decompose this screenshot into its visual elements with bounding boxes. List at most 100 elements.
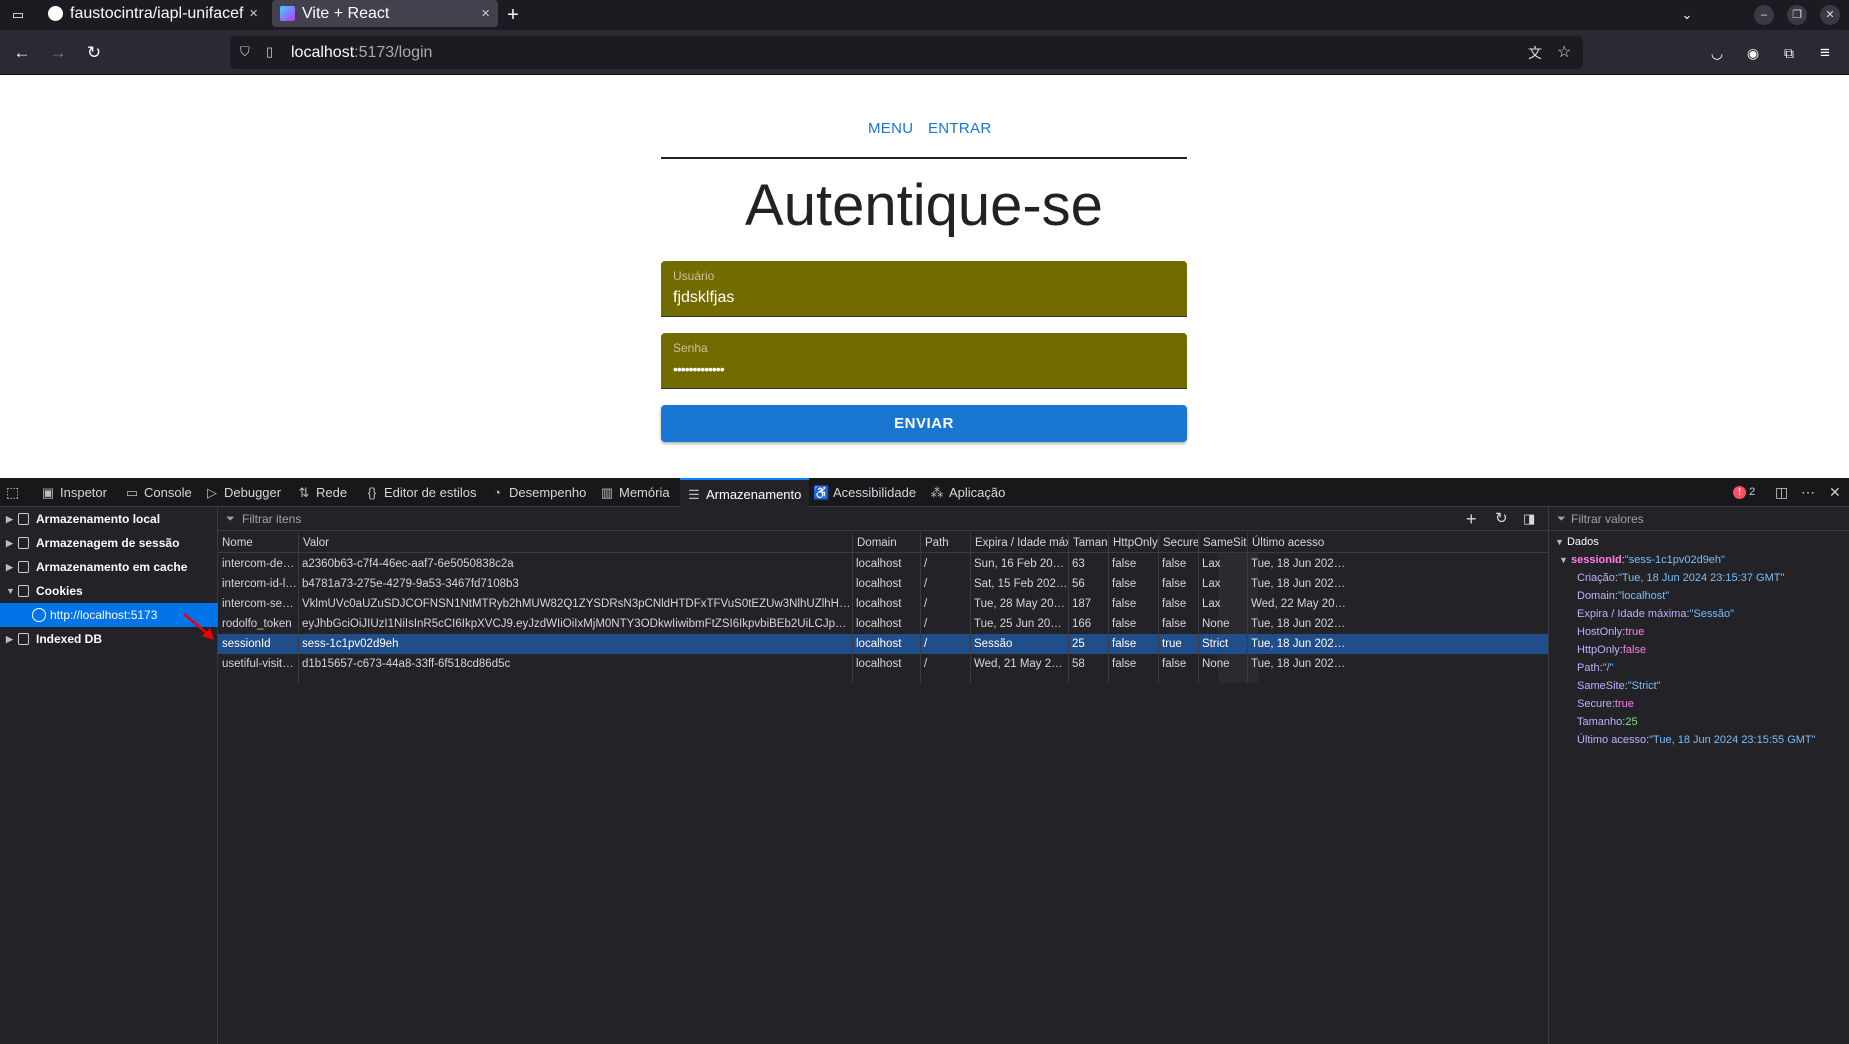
submit-button[interactable]: ENVIAR xyxy=(661,405,1187,442)
column-header-nome[interactable]: Nome xyxy=(218,533,298,553)
cell-nome: rodolfo_token xyxy=(222,618,292,630)
password-value[interactable]: ••••••••••••• xyxy=(673,361,725,377)
nav-link-entrar[interactable]: ENTRAR xyxy=(928,120,991,137)
tab-inspetor[interactable]: ▣ Inspetor xyxy=(40,478,107,507)
column-header-samesite[interactable]: SameSite xyxy=(1198,533,1247,553)
navigation-toolbar: ← → ↻ ⛉ ▯ localhost:5173/login 文 ☆ ◡ ◉ ⧉… xyxy=(0,30,1849,75)
account-icon[interactable]: ◉ xyxy=(1742,42,1764,64)
sidebar-item-cookies[interactable]: ▼ Cookies xyxy=(0,579,218,603)
tab-armazenamento[interactable]: ☰ Armazenamento xyxy=(680,478,810,507)
column-header-domain[interactable]: Domain xyxy=(852,533,920,553)
cell-expira: Tue, 28 May 2024 ... xyxy=(974,598,1068,610)
password-field[interactable]: Senha ••••••••••••• xyxy=(661,333,1187,389)
translate-icon[interactable]: 文 xyxy=(1528,43,1542,63)
toggle-sidebar-icon[interactable]: ◨ xyxy=(1523,507,1535,531)
tab-debugger[interactable]: ▷ Debugger xyxy=(204,478,281,507)
column-header-tamanho[interactable]: Tamanho xyxy=(1068,533,1108,553)
details-prop-line[interactable]: Domain:"localhost" xyxy=(1577,587,1669,605)
shield-icon[interactable]: ⛉ xyxy=(240,44,250,60)
expand-icon[interactable]: ▶ xyxy=(6,531,13,555)
cell-valor: eyJhbGciOiJIUzI1NiIsInR5cCI6IkpXVCJ9.eyJ… xyxy=(302,618,852,630)
column-header-ultimo[interactable]: Último acesso xyxy=(1247,533,1347,553)
details-prop-line[interactable]: HttpOnly:false xyxy=(1577,641,1646,659)
sidebar-item-local-storage[interactable]: ▶ Armazenamento local xyxy=(0,507,218,531)
details-prop-line[interactable]: Criação:"Tue, 18 Jun 2024 23:15:37 GMT" xyxy=(1577,569,1784,587)
details-prop-line[interactable]: Expira / Idade máxima:"Sessão" xyxy=(1577,605,1734,623)
forward-icon[interactable]: → xyxy=(47,42,69,64)
tab-rede[interactable]: ⇅ Rede xyxy=(296,478,348,507)
username-field[interactable]: Usuário fjdsklfjas xyxy=(661,261,1187,317)
details-prop-line[interactable]: Tamanho:25 xyxy=(1577,713,1638,731)
page-icon[interactable]: ▯ xyxy=(266,44,273,60)
bookmark-star-icon[interactable]: ☆ xyxy=(1557,42,1571,62)
column-header-httponly[interactable]: HttpOnly xyxy=(1108,533,1158,553)
refresh-icon[interactable]: ↻ xyxy=(1495,507,1508,531)
tab-editor-de-estilos[interactable]: {} Editor de estilos xyxy=(364,478,477,507)
browser-tab-github[interactable]: faustocintra/iapl-unifacef × xyxy=(40,0,266,27)
column-divider xyxy=(970,553,971,683)
tab-desempenho[interactable]: ◔ Desempenho xyxy=(489,478,586,507)
filter-values-input[interactable]: Filtrar valores xyxy=(1571,507,1644,531)
minimize-icon[interactable]: – xyxy=(1754,5,1774,25)
collapse-icon[interactable]: ▼ xyxy=(6,579,15,603)
table-row[interactable]: intercom-devic... a2360b63-c7f4-46ec-aaf7… xyxy=(218,554,1548,574)
table-row[interactable]: intercom-sessi... VklmUVc0aUZuSDJCOFNSN1N… xyxy=(218,594,1548,614)
expand-icon[interactable]: ▶ xyxy=(6,555,13,579)
tab-close-icon[interactable]: × xyxy=(249,0,258,27)
sidebar-item-session-storage[interactable]: ▶ Armazenagem de sessão xyxy=(0,531,218,555)
browser-tab-vite[interactable]: Vite + React × xyxy=(272,0,498,27)
new-tab-icon[interactable]: + xyxy=(503,5,523,25)
tab-list-icon[interactable]: ▭ xyxy=(8,6,28,24)
back-icon[interactable]: ← xyxy=(11,42,33,64)
details-root-line[interactable]: ▼ sessionId:"sess-1c1pv02d9eh" xyxy=(1559,551,1725,569)
expand-icon[interactable]: ▶ xyxy=(6,507,13,531)
error-count[interactable]: ! 2 xyxy=(1733,478,1755,507)
pocket-icon[interactable]: ◡ xyxy=(1706,42,1728,64)
extensions-icon[interactable]: ⧉ xyxy=(1778,42,1800,64)
details-prop-line[interactable]: Último acesso:"Tue, 18 Jun 2024 23:15:55… xyxy=(1577,731,1816,749)
details-prop-line[interactable]: SameSite:"Strict" xyxy=(1577,677,1661,695)
filter-items-input[interactable]: Filtrar itens xyxy=(242,507,301,531)
details-prop-line[interactable]: Path:"/" xyxy=(1577,659,1614,677)
app-menu-icon[interactable]: ≡ xyxy=(1814,42,1836,64)
username-value[interactable]: fjdsklfjas xyxy=(673,289,734,307)
column-header-valor[interactable]: Valor xyxy=(298,533,852,553)
details-section-header[interactable]: ▼ Dados xyxy=(1555,533,1599,551)
sidebar-item-cache-storage[interactable]: ▶ Armazenamento em cache xyxy=(0,555,218,579)
table-row[interactable]: sessionId sess-1c1pv02d9eh localhost / Sessã… xyxy=(218,634,1548,654)
more-options-icon[interactable]: ⋯ xyxy=(1801,478,1815,507)
column-header-path[interactable]: Path xyxy=(920,533,970,553)
cell-tamanho: 187 xyxy=(1072,598,1092,610)
dock-icon[interactable]: ◫ xyxy=(1775,478,1788,507)
close-devtools-icon[interactable]: ✕ xyxy=(1829,478,1841,507)
prop-value: "localhost" xyxy=(1617,590,1670,602)
reload-icon[interactable]: ↻ xyxy=(83,42,105,64)
tab-overflow-chevron-icon[interactable]: ⌄ xyxy=(1677,6,1697,24)
details-prop-line[interactable]: HostOnly:true xyxy=(1577,623,1644,641)
expand-icon[interactable]: ▶ xyxy=(6,627,13,651)
url-bar[interactable]: ⛉ ▯ localhost:5173/login 文 ☆ xyxy=(230,36,1583,69)
cell-nome: usetiful-visitor... xyxy=(222,658,298,670)
cell-expira: Sun, 16 Feb 2025 0... xyxy=(974,558,1068,570)
nav-link-menu[interactable]: MENU xyxy=(868,120,913,137)
tab-close-icon[interactable]: × xyxy=(481,0,490,27)
tab-console[interactable]: ▭ Console xyxy=(124,478,192,507)
prop-key: Criação xyxy=(1577,572,1615,584)
column-header-secure[interactable]: Secure xyxy=(1158,533,1198,553)
tab-acessibilidade[interactable]: ♿ Acessibilidade xyxy=(813,478,916,507)
url-text[interactable]: localhost:5173/login xyxy=(291,36,432,69)
element-picker-icon[interactable]: ⬚ xyxy=(6,478,19,507)
tab-aplicacao[interactable]: ⁂ Aplicação xyxy=(929,478,1006,507)
add-item-icon[interactable]: + xyxy=(1466,507,1477,531)
cell-valor: d1b15657-c673-44a8-33ff-6f518cd86d5c xyxy=(302,658,511,670)
cell-secure: false xyxy=(1162,618,1187,630)
table-row[interactable]: rodolfo_token eyJhbGciOiJIUzI1NiIsInR5cCI… xyxy=(218,614,1548,634)
details-prop-line[interactable]: Secure:true xyxy=(1577,695,1634,713)
table-row[interactable]: intercom-id-l4... b4781a73-275e-4279-9a53… xyxy=(218,574,1548,594)
restore-icon[interactable]: ❐ xyxy=(1787,5,1807,25)
table-row[interactable]: usetiful-visitor... d1b15657-c673-44a8-33… xyxy=(218,654,1548,674)
cell-samesite: Lax xyxy=(1202,558,1221,570)
column-header-expira[interactable]: Expira / Idade máxima xyxy=(970,533,1068,553)
window-close-icon[interactable]: ✕ xyxy=(1820,5,1840,25)
tab-memoria[interactable]: ▥ Memória xyxy=(599,478,670,507)
